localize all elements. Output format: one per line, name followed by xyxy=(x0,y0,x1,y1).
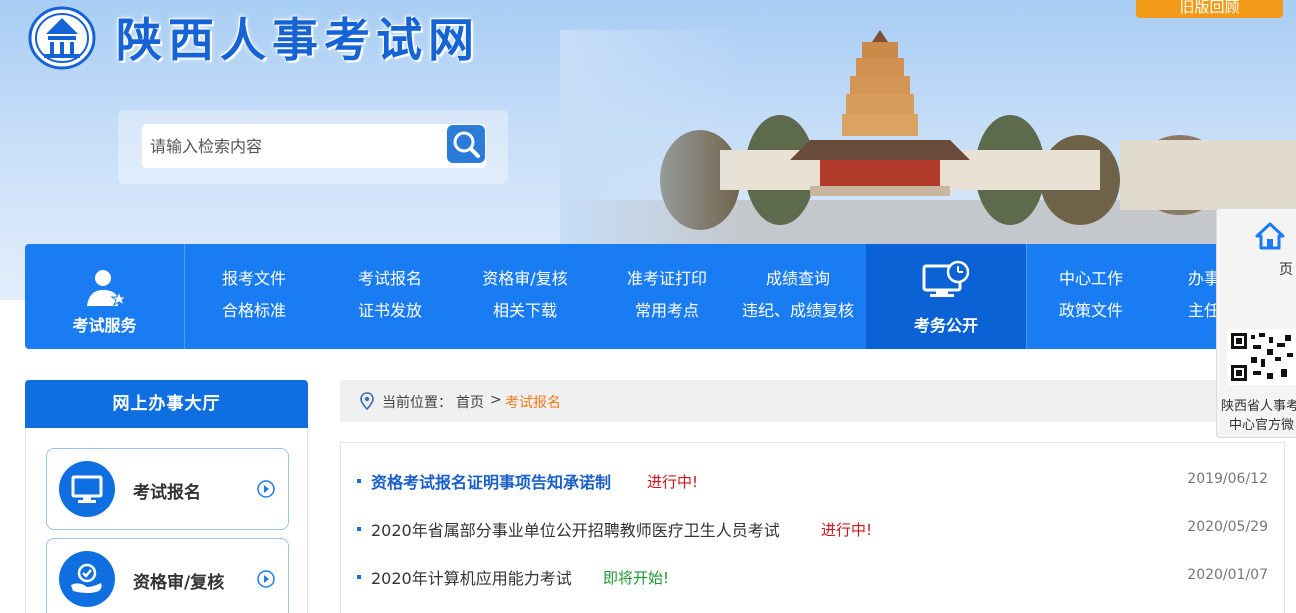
nav-column-3: 资格审/复核 相关下载 xyxy=(465,266,585,330)
old-version-button[interactable]: 旧版回顾 xyxy=(1136,0,1283,18)
notice-title[interactable]: 资格考试报名证明事项告知承诺制 xyxy=(371,469,611,493)
nav-exam-service[interactable]: 考试服务 xyxy=(25,244,185,349)
breadcrumb: 当前位置： 首页 > 考试报名 xyxy=(340,380,1285,422)
nav-link[interactable]: 成绩查询 xyxy=(735,266,861,298)
status-badge: 即将开始! xyxy=(603,569,670,587)
notice-date: 2020/01/07 xyxy=(1187,567,1268,583)
breadcrumb-home-link[interactable]: 首页 xyxy=(456,392,484,412)
nav-link[interactable]: 中心工作 xyxy=(1041,266,1141,298)
sidebar-item-label: 资格审/复核 xyxy=(133,573,225,593)
nav-link[interactable]: 合格标准 xyxy=(204,298,304,330)
nav-link[interactable]: 常用考点 xyxy=(607,298,727,330)
status-badge: 进行中! xyxy=(821,521,873,539)
search-input[interactable] xyxy=(142,124,486,168)
nav-link[interactable]: 准考证打印 xyxy=(607,266,727,298)
nav-link[interactable]: 资格审/复核 xyxy=(465,266,585,298)
chevron-right-icon xyxy=(257,480,275,498)
search-icon xyxy=(453,131,480,158)
notice-date: 2020/05/29 xyxy=(1187,519,1268,535)
float-page-label: 页 xyxy=(1279,262,1293,278)
notice-title[interactable]: 2020年省属部分事业单位公开招聘教师医疗卫生人员考试 xyxy=(371,517,780,541)
nav-link[interactable]: 证书发放 xyxy=(340,298,440,330)
search-button[interactable] xyxy=(447,125,485,163)
nav-exam-affairs-public[interactable]: 考务公开 xyxy=(866,244,1026,349)
nav-divider xyxy=(1026,244,1027,349)
list-item[interactable]: 资格考试报名证明事项告知承诺制 进行中! 2019/06/12 xyxy=(341,465,1284,495)
sidebar-item-qualification-review[interactable]: 资格审/复核 xyxy=(46,538,289,613)
bullet-icon xyxy=(357,527,361,531)
hand-check-icon xyxy=(59,551,115,607)
notice-date: 2019/06/12 xyxy=(1187,471,1268,487)
pagoda-scenery-image xyxy=(560,30,1296,245)
bullet-icon xyxy=(357,575,361,579)
float-caption: 陕西省人事考 中心官方微 xyxy=(1221,397,1296,435)
main-nav: 考试服务 报考文件 合格标准 考试报名 证书发放 资格审/复核 相关下载 准考证… xyxy=(25,244,1285,349)
sidebar-item-exam-registration[interactable]: 考试报名 xyxy=(46,448,289,530)
floating-side-panel: 页 陕西省人事考 中心官方微 xyxy=(1216,208,1296,438)
breadcrumb-separator: > xyxy=(490,392,502,408)
nav-link[interactable]: 报考文件 xyxy=(204,266,304,298)
breadcrumb-current: 考试报名 xyxy=(505,395,561,411)
page: 陕西人事考试网 旧版回顾 考试服务 报考文件 合格标准 考试报名 xyxy=(0,0,1296,613)
nav-link[interactable]: 考试报名 xyxy=(340,266,440,298)
site-title[interactable]: 陕西人事考试网 xyxy=(116,4,480,70)
list-item[interactable]: 2020年计算机应用能力考试 即将开始! 2020/01/07 xyxy=(341,561,1284,591)
notice-list: 资格考试报名证明事项告知承诺制 进行中! 2019/06/12 2020年省属部… xyxy=(340,442,1285,613)
nav-link[interactable]: 相关下载 xyxy=(465,298,585,330)
location-pin-icon xyxy=(360,392,374,410)
site-logo-icon[interactable] xyxy=(28,6,96,70)
list-item[interactable]: 2020年省属部分事业单位公开招聘教师医疗卫生人员考试 进行中! 2020/05… xyxy=(341,513,1284,543)
nav-column-2: 考试报名 证书发放 xyxy=(340,266,440,330)
online-service-hall-title: 网上办事大厅 xyxy=(25,380,308,428)
nav-column-6: 中心工作 政策文件 xyxy=(1041,266,1141,330)
nav-column-1: 报考文件 合格标准 xyxy=(204,266,304,330)
user-star-icon xyxy=(87,270,127,307)
nav-link[interactable]: 政策文件 xyxy=(1041,298,1141,330)
chevron-right-icon xyxy=(257,570,275,588)
bullet-icon xyxy=(357,479,361,483)
monitor-icon xyxy=(59,461,115,517)
home-icon[interactable] xyxy=(1255,221,1285,251)
nav-exam-affairs-public-label: 考务公开 xyxy=(913,316,978,335)
status-badge: 进行中! xyxy=(647,473,699,491)
nav-column-4: 准考证打印 常用考点 xyxy=(607,266,727,330)
nav-link[interactable]: 违纪、成绩复核 xyxy=(735,298,861,330)
monitor-clock-icon xyxy=(922,260,970,297)
wechat-qr-code-image xyxy=(1227,329,1296,385)
sidebar-item-label: 考试报名 xyxy=(133,483,201,503)
float-caption-line1: 陕西省人事考 xyxy=(1221,399,1296,414)
nav-exam-service-label: 考试服务 xyxy=(72,316,137,335)
breadcrumb-prefix: 当前位置： xyxy=(382,395,452,411)
notice-title[interactable]: 2020年计算机应用能力考试 xyxy=(371,565,572,589)
nav-column-5: 成绩查询 违纪、成绩复核 xyxy=(735,266,861,330)
float-caption-line2: 中心官方微 xyxy=(1229,418,1295,433)
